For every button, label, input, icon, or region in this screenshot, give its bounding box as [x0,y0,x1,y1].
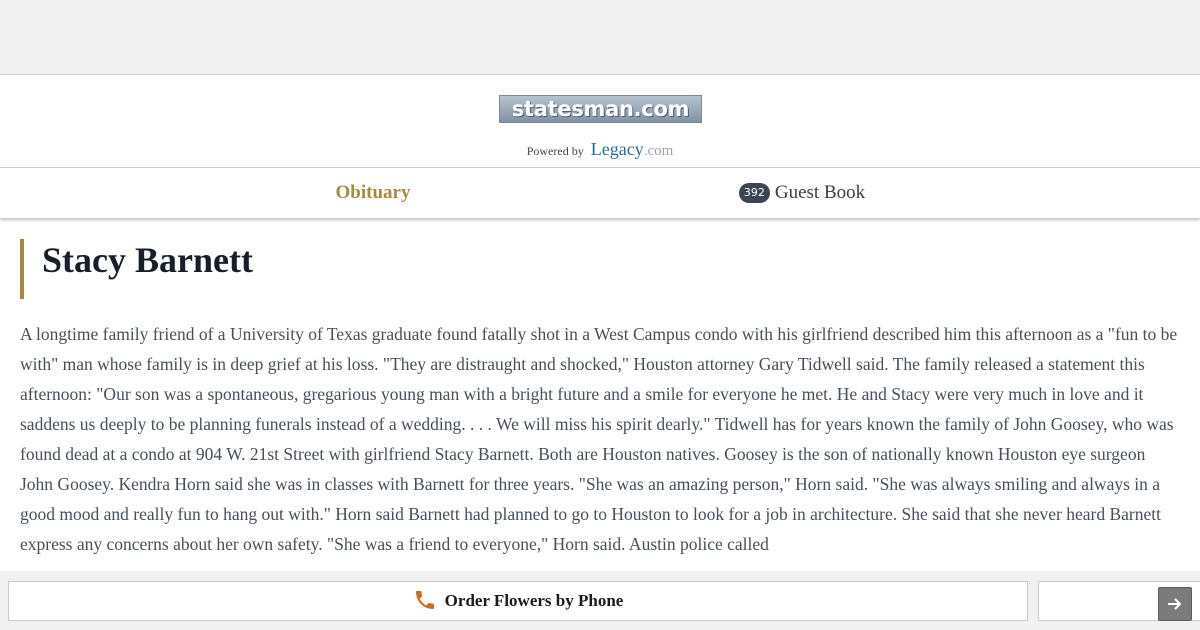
name-heading-block: Stacy Barnett [20,239,253,299]
legacy-logo[interactable]: Legacy.com [591,139,674,159]
deceased-name: Stacy Barnett [42,240,253,280]
order-flowers-button[interactable]: Order Flowers by Phone [8,581,1028,621]
guest-book-count-badge: 392 [738,183,770,203]
ad-banner-area [0,0,1200,75]
page-tabs: Obituary 392 Guest Book [0,168,1200,218]
tab-guest-book[interactable]: 392 Guest Book [502,168,1102,218]
legacy-logo-name: Legacy [590,139,644,159]
obituary-text: A longtime family friend of a University… [20,324,1178,554]
next-button[interactable] [1158,587,1192,621]
sticky-footer: Order Flowers by Phone [0,571,1200,630]
brand-header: statesman.com Powered by Legacy.com [0,75,1200,168]
order-flowers-label: Order Flowers by Phone [444,591,624,610]
tab-obituary-label: Obituary [335,182,411,203]
statesman-logo[interactable]: statesman.com [499,95,702,123]
tab-guest-book-label: Guest Book [774,182,866,203]
powered-by-label: Powered by [526,144,584,158]
phone-icon [415,591,434,609]
arrow-right-icon [1168,598,1182,610]
legacy-logo-tld: .com [643,143,674,159]
obituary-content: Stacy Barnett A longtime family friend o… [0,219,1200,571]
powered-by-legacy: Powered by Legacy.com [0,139,1200,160]
